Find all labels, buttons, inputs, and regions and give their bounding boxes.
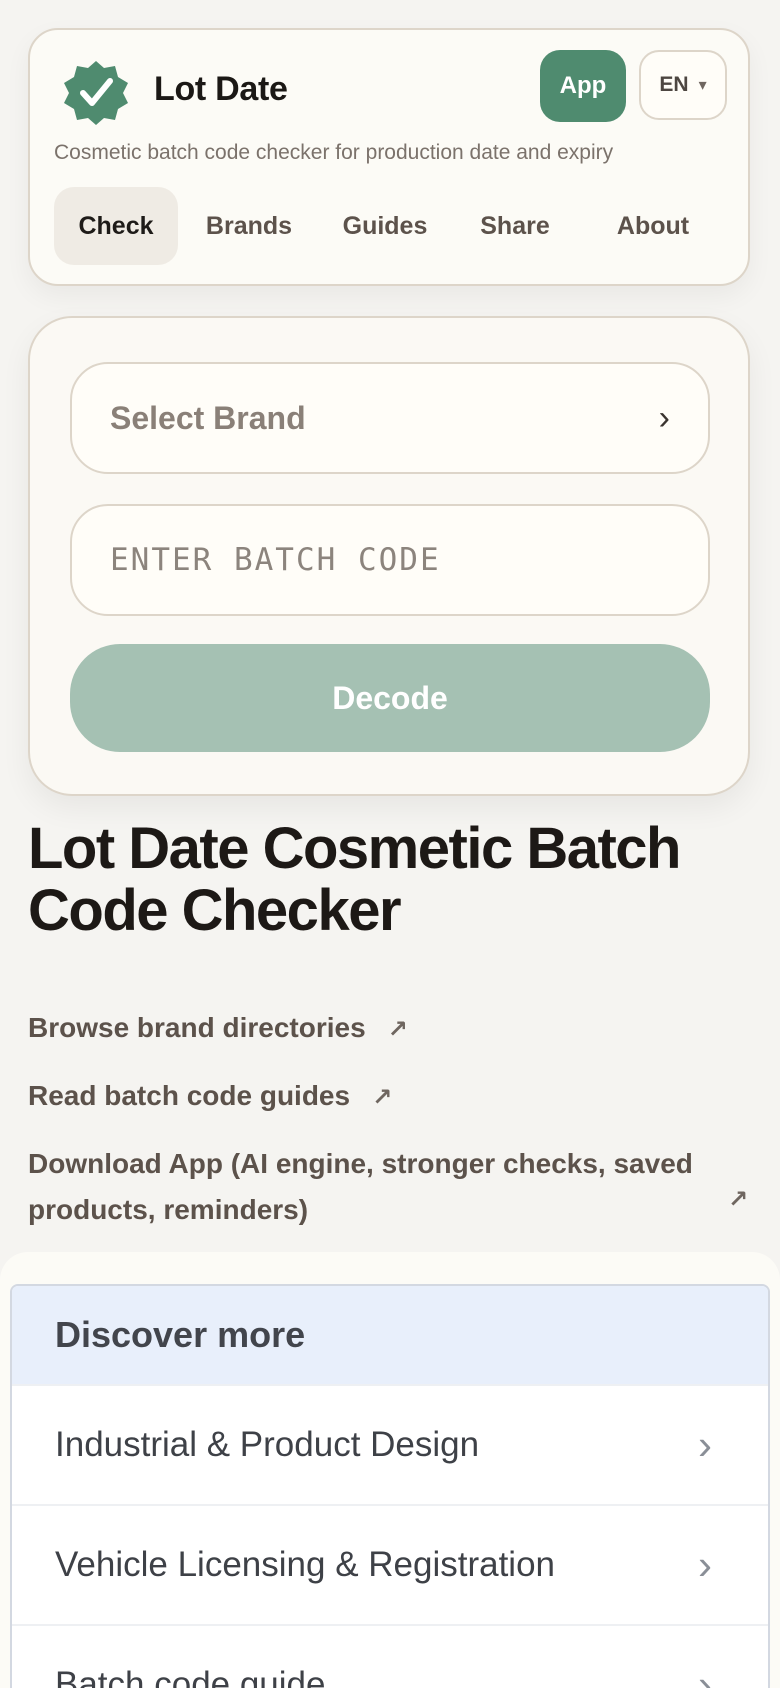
select-brand-button[interactable]: Select Brand ›: [70, 362, 710, 474]
nav-tabs: Check Brands Guides Share About: [54, 187, 726, 265]
discover-item-label: Vehicle Licensing & Registration: [55, 1545, 556, 1584]
decode-button[interactable]: Decode: [70, 644, 710, 752]
app-button[interactable]: App: [540, 50, 626, 122]
language-select[interactable]: EN ▾: [639, 50, 727, 120]
app-subtitle: Cosmetic batch code checker for producti…: [54, 141, 614, 164]
discover-item[interactable]: Vehicle Licensing & Registration ›: [12, 1504, 768, 1624]
select-brand-label: Select Brand: [110, 399, 306, 436]
link-label: Read batch code guides: [28, 1080, 351, 1111]
discover-item[interactable]: Industrial & Product Design ›: [12, 1384, 768, 1504]
language-label: EN: [659, 73, 689, 96]
batch-check-form: Select Brand › Decode: [28, 316, 750, 796]
link-label: Browse brand directories: [28, 1012, 366, 1043]
app-title: Lot Date: [154, 70, 288, 108]
header-card: Lot Date App EN ▾ Cosmetic batch code ch…: [28, 28, 750, 286]
batch-code-input[interactable]: [70, 504, 710, 616]
external-arrow-icon: ↗: [372, 1084, 393, 1111]
tab-guides[interactable]: Guides: [320, 187, 450, 265]
caret-down-icon: ▾: [698, 77, 707, 94]
browse-brands-link[interactable]: Browse brand directories ↗: [28, 1005, 408, 1053]
read-guides-link[interactable]: Read batch code guides ↗: [28, 1073, 392, 1121]
tab-about[interactable]: About: [580, 187, 726, 265]
discover-more-box: Discover more Industrial & Product Desig…: [10, 1284, 770, 1688]
discover-more-title: Discover more: [12, 1286, 768, 1384]
chevron-right-icon: ›: [698, 1541, 712, 1588]
tab-share[interactable]: Share: [450, 187, 580, 265]
discover-item-label: Batch code guide: [55, 1665, 326, 1688]
tab-brands[interactable]: Brands: [178, 187, 320, 265]
chevron-right-icon: ›: [698, 1421, 712, 1468]
discover-item[interactable]: Batch code guide ›: [12, 1624, 768, 1688]
discover-item-label: Industrial & Product Design: [55, 1425, 480, 1464]
verified-badge-icon: [64, 61, 128, 125]
download-app-link[interactable]: Download App (AI engine, stronger checks…: [28, 1141, 748, 1233]
external-arrow-icon: ↗: [728, 1186, 749, 1213]
chevron-right-icon: ›: [658, 398, 670, 437]
external-arrow-icon: ↗: [387, 1016, 408, 1043]
page-title: Lot Date Cosmetic Batch Code Checker: [28, 816, 681, 943]
chevron-right-icon: ›: [698, 1661, 712, 1688]
tab-check[interactable]: Check: [54, 187, 178, 265]
link-label: Download App (AI engine, stronger checks…: [28, 1148, 693, 1225]
